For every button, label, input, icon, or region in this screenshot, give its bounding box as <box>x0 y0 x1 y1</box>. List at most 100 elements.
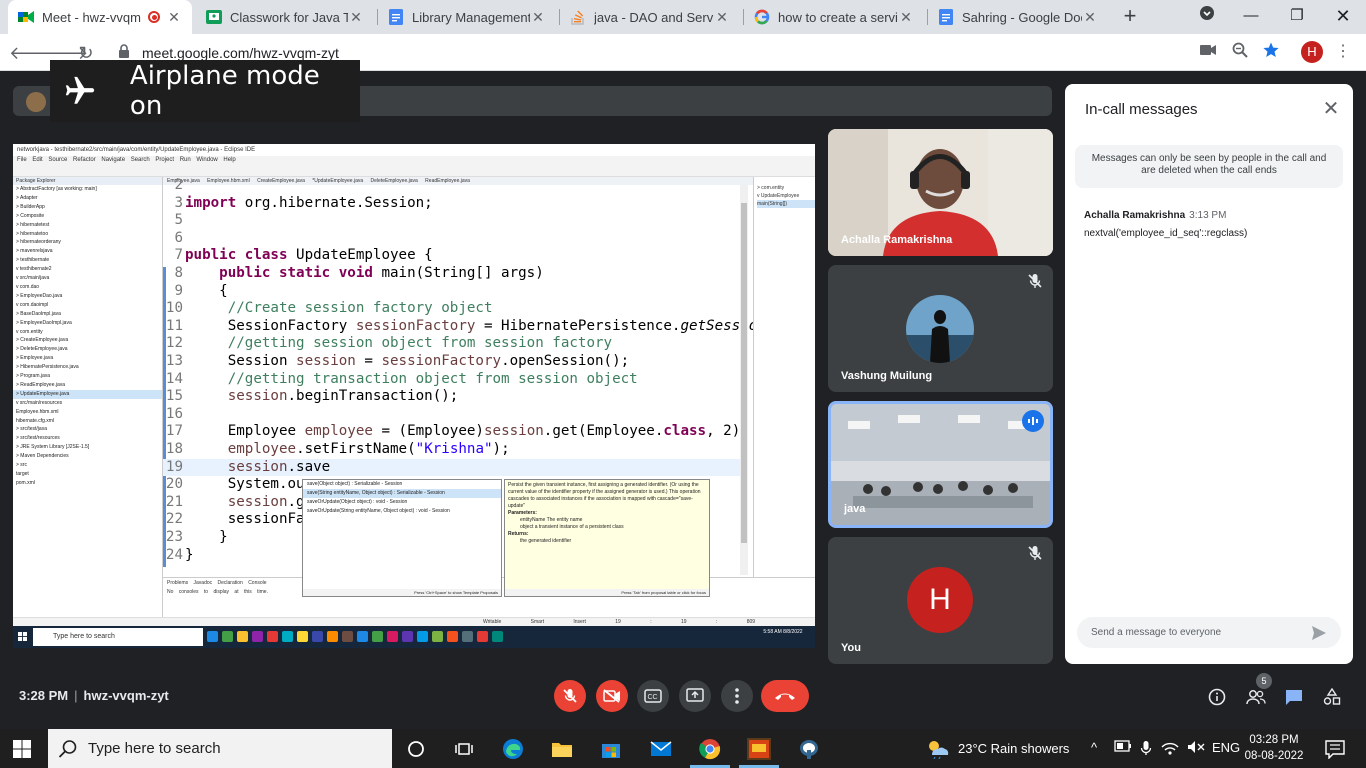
participant-tile-speaking[interactable]: java <box>828 401 1053 528</box>
back-button[interactable]: 🡐 <box>9 40 57 66</box>
taskbar-search-box[interactable]: Type here to search <box>48 729 392 768</box>
editor-scrollbar[interactable] <box>740 185 748 575</box>
code-line[interactable]: 20 System.ou <box>163 476 305 494</box>
tree-item[interactable]: > hibernateorderany <box>13 238 162 247</box>
show-hidden-icons[interactable]: ^ <box>1091 740 1097 758</box>
code-line[interactable]: 22 sessionFa <box>163 511 305 529</box>
code-line[interactable]: 5 <box>163 212 185 230</box>
proposal-item[interactable]: saveOrUpdate(Object object) : void - Ses… <box>303 498 501 507</box>
camera-toggle-button[interactable] <box>596 680 628 712</box>
tree-item[interactable]: > UpdateEmployee.java <box>13 389 162 399</box>
weather-text[interactable]: 23°C Rain showers <box>958 741 1069 756</box>
code-line[interactable]: 21 session.g <box>163 494 305 512</box>
code-line[interactable]: 11 SessionFactory sessionFactory = Hiber… <box>163 318 757 336</box>
close-tab-icon[interactable]: ✕ <box>1082 9 1098 25</box>
people-button[interactable] <box>1245 686 1267 708</box>
tab-search-button[interactable] <box>1193 4 1221 28</box>
chat-message-input[interactable]: Send a message to everyone <box>1077 617 1341 648</box>
tree-item[interactable]: v com.entity <box>13 328 162 337</box>
tab-stackoverflow[interactable]: java - DAO and Service ✕ <box>560 0 740 34</box>
tree-item[interactable]: target <box>13 470 162 479</box>
tree-item[interactable]: > CreateEmployee.java <box>13 336 162 345</box>
code-line[interactable]: 9 { <box>163 283 227 301</box>
task-view-icon[interactable] <box>451 736 477 762</box>
more-options-icon[interactable]: ⋮ <box>1335 42 1351 62</box>
tab-sahring-docs[interactable]: Sahring - Google Docs ✕ <box>928 0 1108 34</box>
more-options-button[interactable] <box>721 680 753 712</box>
cortana-icon[interactable] <box>403 736 429 762</box>
close-tab-icon[interactable]: ✕ <box>898 9 914 25</box>
tab-meet[interactable]: Meet - hwz-vvqm ✕ <box>8 0 192 34</box>
tree-item[interactable]: > testhibernate <box>13 256 162 265</box>
code-line[interactable]: 18 employee.setFirstName("Krishna"); <box>163 441 510 459</box>
tree-item[interactable]: hibernate.cfg.xml <box>13 417 162 426</box>
tree-item[interactable]: > src <box>13 461 162 470</box>
weather-icon[interactable] <box>925 736 951 762</box>
tree-item[interactable]: > hibernatetest <box>13 221 162 230</box>
code-line[interactable]: 12 //getting session object from session… <box>163 335 612 353</box>
battery-icon[interactable] <box>1114 740 1132 758</box>
present-screen-button[interactable] <box>679 680 711 712</box>
tree-item[interactable]: Employee.hbm.xml <box>13 408 162 417</box>
send-icon[interactable] <box>1311 625 1327 641</box>
tree-item[interactable]: > HibernatePersistence.java <box>13 363 162 372</box>
tree-item[interactable]: > JRE System Library [J2SE-1.5] <box>13 443 162 452</box>
tree-item[interactable]: > hibernatetoo <box>13 230 162 239</box>
tree-item[interactable]: > src/test/resources <box>13 434 162 443</box>
maximize-button[interactable]: ❐ <box>1283 4 1311 28</box>
tree-item[interactable]: > ReadEmployee.java <box>13 381 162 390</box>
code-line[interactable]: 19 session.save <box>163 458 740 477</box>
tree-item[interactable]: v com.dao <box>13 283 162 292</box>
edge-icon[interactable] <box>500 736 526 762</box>
code-line[interactable]: 16 <box>163 406 185 424</box>
tree-item[interactable]: v testhibernate2 <box>13 265 162 274</box>
tree-item[interactable]: > Program.java <box>13 372 162 381</box>
code-line[interactable]: 7 public class UpdateEmployee { <box>163 247 432 265</box>
proposal-item[interactable]: save(Object object) : Serializable - Ses… <box>303 480 501 489</box>
participant-tile[interactable]: Achalla Ramakrishna <box>828 129 1053 256</box>
mail-icon[interactable] <box>648 736 674 762</box>
tree-item[interactable]: > BaseDaoImpl.java <box>13 310 162 319</box>
shared-screen[interactable]: networkjava - testhibernate2/src/main/ja… <box>13 144 815 648</box>
camera-icon[interactable] <box>1199 41 1217 59</box>
tree-item[interactable]: > EmployeeDao.java <box>13 292 162 301</box>
tree-item[interactable]: > Adapter <box>13 194 162 203</box>
leave-call-button[interactable] <box>761 680 809 712</box>
code-line[interactable]: 24} <box>163 547 194 565</box>
proposal-item[interactable]: save(String entityName, Object object) :… <box>303 489 501 498</box>
tab-classwork[interactable]: Classwork for Java Tra ✕ <box>196 0 374 34</box>
tree-item[interactable]: pom.xml <box>13 479 162 488</box>
code-line[interactable]: 2 <box>163 177 185 195</box>
tab-library[interactable]: Library Management S ✕ <box>378 0 556 34</box>
windows-start-icon[interactable] <box>13 740 31 758</box>
tree-item[interactable]: > BuilderApp <box>13 203 162 212</box>
tree-item[interactable]: v com.daoimpl <box>13 301 162 310</box>
activities-button[interactable] <box>1321 686 1343 708</box>
proposal-item[interactable]: saveOrUpdate(String entityName, Object o… <box>303 507 501 516</box>
microphone-tray-icon[interactable] <box>1140 740 1152 758</box>
new-tab-button[interactable]: + <box>1118 5 1142 29</box>
lock-icon[interactable] <box>118 44 134 60</box>
tree-item[interactable]: > Employee.java <box>13 354 162 363</box>
meeting-details-button[interactable] <box>1206 686 1228 708</box>
code-line[interactable]: 10 //Create session factory object <box>163 300 493 318</box>
tree-item[interactable]: > DeleteEmployee.java <box>13 345 162 354</box>
profile-avatar[interactable]: H <box>1301 41 1323 63</box>
tree-item[interactable]: > AbstractFactory [as working: main] <box>13 185 162 194</box>
code-line[interactable]: 6 <box>163 230 185 248</box>
minimize-button[interactable]: — <box>1237 4 1265 28</box>
captions-button[interactable]: CC <box>637 680 669 712</box>
microphone-toggle-button[interactable] <box>554 680 586 712</box>
code-line[interactable]: 15 session.beginTransaction(); <box>163 388 458 406</box>
tree-item[interactable]: > Composite <box>13 212 162 221</box>
close-tab-icon[interactable]: ✕ <box>348 9 364 25</box>
code-line[interactable]: 8 public static void main(String[] args) <box>163 265 543 283</box>
tree-item[interactable]: v src/main/java <box>13 274 162 283</box>
language-indicator[interactable]: ENG <box>1212 740 1240 758</box>
code-line[interactable]: 17 Employee employee = (Employee)session… <box>163 423 749 441</box>
tab-google-search[interactable]: how to create a service ✕ <box>744 0 924 34</box>
tree-item[interactable]: > src/test/java <box>13 425 162 434</box>
content-assist-popup[interactable]: save(Object object) : Serializable - Ses… <box>302 479 502 597</box>
tree-item[interactable]: v src/main/resources <box>13 399 162 408</box>
close-window-button[interactable]: ✕ <box>1329 4 1357 28</box>
